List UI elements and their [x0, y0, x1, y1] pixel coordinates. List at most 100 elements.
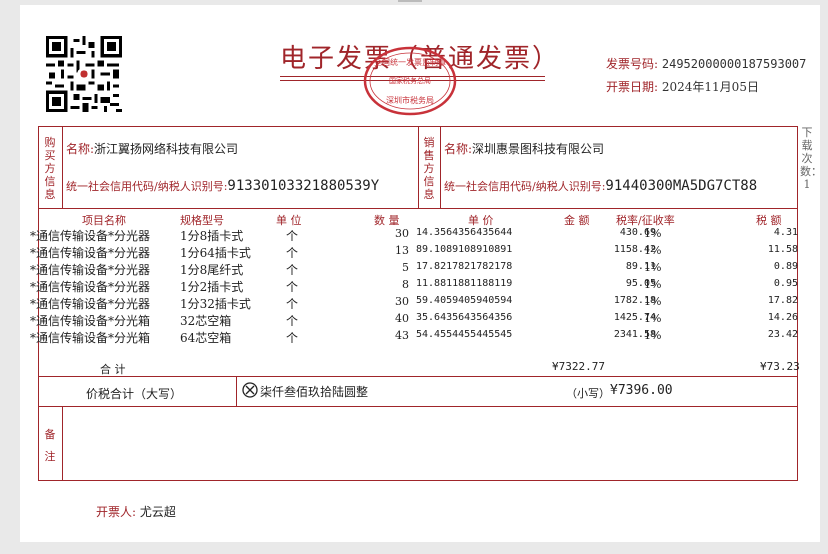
seller-side-label: 销售方信息 — [423, 136, 435, 201]
seller-tax-row: 统一社会信用代码/纳税人识别号:91440300MA5DG7CT88 — [444, 178, 757, 194]
item-spec: 1分32插卡式 — [180, 297, 251, 311]
close-circle-icon — [242, 382, 258, 398]
table-row: *通信传输设备*分光器 1分8插卡式个 30 14.3564356435644 430.… — [30, 227, 798, 243]
item-rate: 1% — [644, 329, 662, 342]
item-name: *通信传输设备*分光箱 — [30, 331, 151, 345]
divider-remarks — [38, 406, 798, 407]
col-rate: 税率/征收率 — [616, 214, 675, 227]
item-qty: 8 — [402, 278, 409, 291]
top-marker — [398, 0, 422, 2]
party-divider — [418, 126, 419, 208]
table-row: *通信传输设备*分光箱 32芯空箱个 40 35.6435643564356 1425.… — [30, 312, 798, 328]
item-rate: 1% — [644, 261, 662, 274]
item-name: *通信传输设备*分光器 — [30, 246, 151, 260]
item-tax: 17.82 — [767, 295, 798, 306]
item-rate: 1% — [644, 278, 662, 291]
item-unit: 个 — [286, 297, 299, 311]
item-qty: 30 — [395, 295, 409, 308]
item-spec: 64芯空箱 — [180, 331, 232, 345]
grand-total-words: 柒仟叁佰玖拾陆圆整 — [260, 385, 369, 399]
col-price: 单 价 — [468, 214, 494, 227]
item-spec: 1分8插卡式 — [180, 229, 244, 243]
item-spec: 1分64插卡式 — [180, 246, 251, 260]
seal-text-top: 全国统一发票监制章 — [374, 57, 446, 67]
seal-text-bottom: 深圳市税务局 — [386, 95, 434, 105]
item-price: 89.1089108910891 — [416, 244, 513, 255]
qr-code-icon — [46, 36, 122, 112]
grand-total-number-label: （小写） — [566, 387, 610, 400]
issuer-row: 开票人: 尤云超 — [96, 503, 176, 520]
col-amount: 金 额 — [564, 214, 590, 227]
issuer-label: 开票人: — [96, 505, 137, 519]
remarks-label: 备注 — [44, 428, 56, 463]
col-unit: 单 位 — [276, 214, 302, 227]
issuer-name: 尤云超 — [139, 505, 176, 519]
invoice-number-label: 发票号码: — [606, 57, 659, 71]
item-unit: 个 — [286, 263, 299, 277]
remarks-divider — [62, 406, 63, 481]
table-row: *通信传输设备*分光器 1分32插卡式个 30 59.4059405940594 178… — [30, 295, 798, 311]
buyer-tax-id: 91330103321880539Y — [227, 178, 380, 194]
buyer-side-label: 购买方信息 — [44, 136, 56, 201]
seller-label-divider — [440, 126, 441, 208]
seller-name: 深圳惠景图科技有限公司 — [472, 142, 605, 156]
buyer-name: 浙江翼扬网络科技有限公司 — [94, 142, 239, 156]
invoice-date-label: 开票日期: — [606, 80, 659, 94]
item-unit: 个 — [286, 246, 299, 260]
col-spec: 规格型号 — [180, 214, 224, 227]
item-name: *通信传输设备*分光器 — [30, 280, 151, 294]
seal-text-mid: 国家税务总局 — [389, 76, 431, 85]
invoice-number-row: 发票号码: 24952000000187593007 — [606, 55, 806, 72]
grand-total-number: ¥7396.00 — [610, 383, 673, 398]
seller-name-label: 名称: — [444, 142, 473, 156]
item-name: *通信传输设备*分光箱 — [30, 314, 151, 328]
item-tax: 4.31 — [773, 227, 798, 238]
item-qty: 40 — [395, 312, 409, 325]
item-name: *通信传输设备*分光器 — [30, 263, 151, 277]
official-seal-icon: 全国统一发票监制章 国家税务总局 深圳市税务局 — [363, 46, 457, 116]
invoice-date: 2024年11月05日 — [661, 80, 759, 94]
item-price: 11.8811881188119 — [416, 278, 513, 289]
col-tax: 税 额 — [756, 214, 782, 227]
item-spec: 1分2插卡式 — [180, 280, 244, 294]
table-row: *通信传输设备*分光器 1分8尾纤式个 5 17.8217821782178 89.11… — [30, 261, 798, 277]
buyer-tax-label: 统一社会信用代码/纳税人识别号: — [66, 180, 228, 193]
item-price: 14.3564356435644 — [416, 227, 513, 238]
item-rate: 1% — [644, 244, 662, 257]
total-label: 合 计 — [100, 363, 126, 376]
grand-total-words-label: 价税合计（大写） — [86, 387, 183, 401]
total-tax: ¥73.23 — [760, 360, 800, 373]
item-tax: 14.26 — [767, 312, 798, 323]
item-rate: 1% — [644, 312, 662, 325]
item-spec: 32芯空箱 — [180, 314, 232, 328]
buyer-label-divider — [62, 126, 63, 208]
item-name: *通信传输设备*分光器 — [30, 297, 151, 311]
item-spec: 1分8尾纤式 — [180, 263, 244, 277]
item-qty: 30 — [395, 227, 409, 240]
item-tax: 23.42 — [767, 329, 798, 340]
item-price: 17.8217821782178 — [416, 261, 513, 272]
item-rate: 1% — [644, 295, 662, 308]
divider-totals — [38, 376, 798, 377]
item-qty: 43 — [395, 329, 409, 342]
download-count-note: 下载次数：1 — [800, 126, 822, 191]
item-unit: 个 — [286, 331, 299, 345]
invoice-date-row: 开票日期: 2024年11月05日 — [606, 78, 759, 95]
divider-parties — [38, 208, 798, 209]
item-unit: 个 — [286, 280, 299, 294]
buyer-name-label: 名称: — [66, 142, 95, 156]
item-tax: 0.89 — [773, 261, 798, 272]
item-price: 59.4059405940594 — [416, 295, 513, 306]
total-amount: ¥7322.77 — [552, 360, 605, 373]
item-tax: 0.95 — [773, 278, 798, 289]
item-rate: 1% — [644, 227, 662, 240]
item-qty: 13 — [395, 244, 409, 257]
table-row: *通信传输设备*分光器 1分2插卡式个 8 11.8811881188119 95.05… — [30, 278, 798, 294]
item-unit: 个 — [286, 229, 299, 243]
item-name: *通信传输设备*分光器 — [30, 229, 151, 243]
seller-tax-label: 统一社会信用代码/纳税人识别号: — [444, 180, 606, 193]
invoice-number: 24952000000187593007 — [661, 57, 807, 71]
seller-name-row: 名称:深圳惠景图科技有限公司 — [444, 140, 604, 157]
col-item: 项目名称 — [82, 214, 126, 227]
item-price: 54.4554455445545 — [416, 329, 513, 340]
